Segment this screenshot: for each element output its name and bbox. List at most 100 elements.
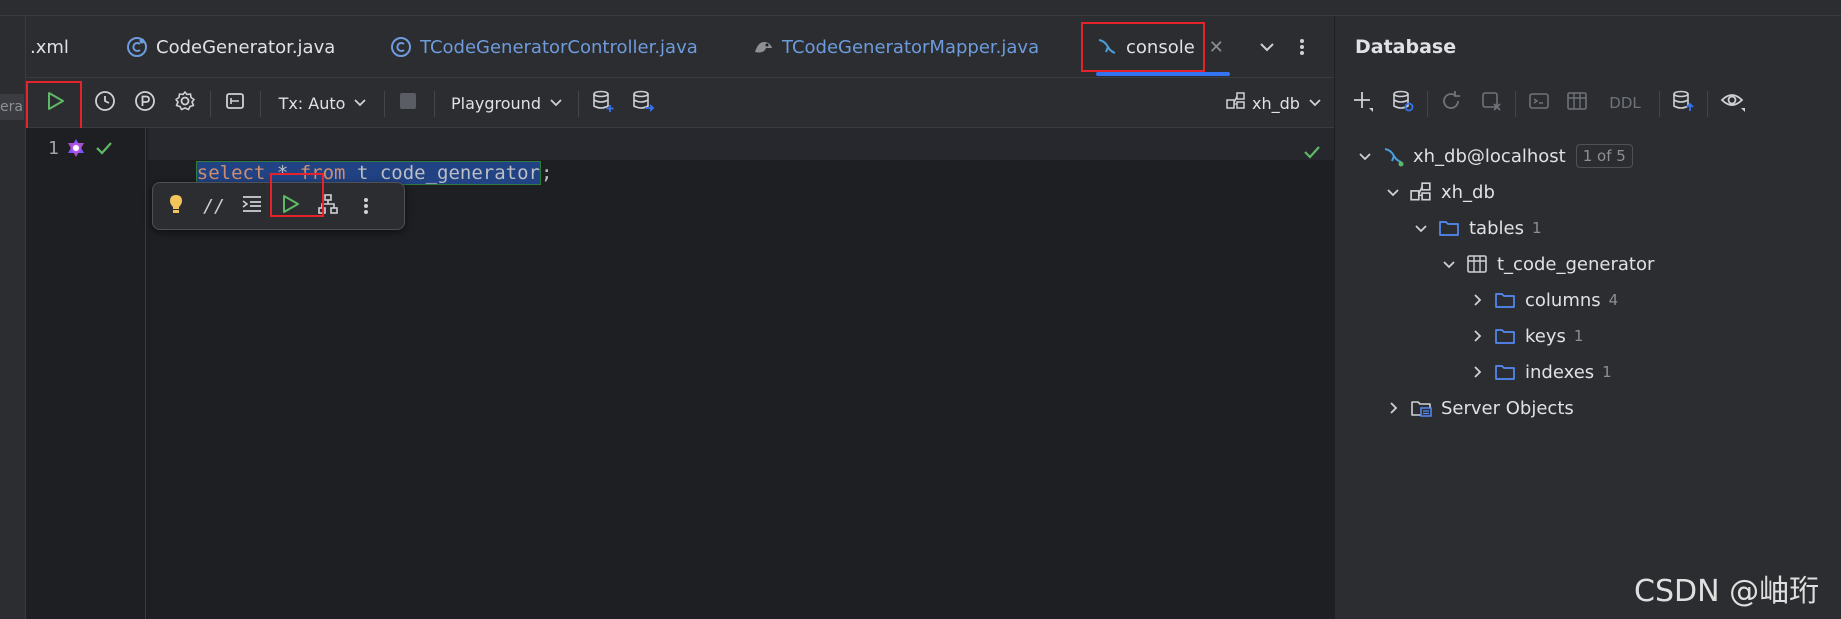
toolbar-separator: [1427, 91, 1428, 117]
refresh-icon: [1440, 90, 1462, 116]
panel-layout-icon: [224, 90, 246, 116]
run-statement-button[interactable]: [271, 183, 309, 229]
stop-button[interactable]: [390, 78, 426, 128]
tree-node-indexes[interactable]: indexes 1: [1467, 356, 1612, 388]
inspection-ok-icon: [1302, 142, 1322, 166]
new-button[interactable]: [1345, 78, 1381, 128]
comment-button[interactable]: //: [195, 183, 233, 229]
more-vertical-icon[interactable]: [347, 183, 385, 229]
schema-icon: [1226, 92, 1246, 114]
history-button[interactable]: [86, 78, 124, 128]
database-settings-icon: [1391, 89, 1415, 117]
folder-icon: [1493, 361, 1517, 383]
parameter-p-icon: [134, 90, 156, 116]
tab-console[interactable]: console ✕: [1096, 16, 1230, 78]
eye-icon: [1720, 90, 1746, 116]
sql-statement[interactable]: select * from t_code_generator;: [150, 134, 552, 185]
chevron-right-icon[interactable]: [1467, 329, 1487, 343]
view-options-button[interactable]: [1713, 78, 1753, 128]
chevron-right-icon[interactable]: [1467, 365, 1487, 379]
tree-node-connection[interactable]: xh_db@localhost 1 of 5: [1355, 140, 1633, 172]
plus-icon: [1351, 89, 1375, 117]
sql-table-name: t_code_generator: [345, 162, 540, 184]
explain-plan-button[interactable]: [309, 183, 347, 229]
schema-count-badge[interactable]: 1 of 5: [1575, 144, 1633, 168]
table-grid-icon: [1566, 90, 1588, 116]
tree-node-tables[interactable]: tables 1: [1411, 212, 1542, 244]
datasource-properties-button[interactable]: [1385, 78, 1421, 128]
toolbar-separator: [1515, 91, 1516, 117]
tree-node-columns[interactable]: columns 4: [1467, 284, 1618, 316]
schema-icon: [1409, 181, 1433, 203]
gear-icon: [174, 90, 196, 116]
run-icon: [279, 193, 301, 220]
chevron-down-icon[interactable]: [1383, 185, 1403, 199]
ai-assist-icon[interactable]: [66, 138, 86, 162]
chevron-right-icon[interactable]: [1467, 293, 1487, 307]
ddl-button[interactable]: DDL: [1599, 78, 1651, 128]
transaction-mode-dropdown[interactable]: Tx: Auto: [270, 78, 376, 128]
sql-keyword-from: from: [299, 162, 346, 184]
editor-tab-bar: .xml CodeGenerator.java TCodeGeneratorCo…: [26, 16, 1334, 78]
line-number: 1: [48, 138, 59, 159]
editor-area: .xml CodeGenerator.java TCodeGeneratorCo…: [26, 16, 1334, 619]
toolbar-separator: [1707, 91, 1708, 117]
tab-controller[interactable]: TCodeGeneratorController.java: [390, 16, 698, 78]
tab-xml[interactable]: .xml: [30, 16, 69, 78]
run-icon: [44, 90, 66, 116]
toolbar-separator: [384, 91, 385, 117]
hierarchy-icon: [317, 193, 339, 220]
jump-to-console-button[interactable]: [1521, 78, 1557, 128]
playground-dropdown[interactable]: Playground: [444, 78, 570, 128]
collapsed-panel-stub[interactable]: era: [0, 94, 24, 120]
chevron-down-icon[interactable]: [1355, 149, 1375, 163]
execute-button[interactable]: [32, 78, 78, 128]
close-icon[interactable]: ✕: [1209, 37, 1224, 58]
window-top-strip: [0, 0, 1841, 16]
console-toolbar: Tx: Auto Playground xh_db: [26, 78, 1334, 135]
mybatis-mapper-icon: [752, 36, 774, 58]
schema-selector[interactable]: xh_db: [1222, 78, 1326, 128]
tree-node-table[interactable]: t_code_generator: [1439, 248, 1654, 280]
chevron-down-icon[interactable]: [1439, 257, 1459, 271]
chevron-down-icon: [549, 94, 563, 113]
clock-icon: [94, 90, 116, 116]
format-button[interactable]: [233, 183, 271, 229]
database-filter-icon: [1671, 89, 1695, 117]
tree-node-server-objects[interactable]: Server Objects: [1383, 392, 1574, 424]
disconnect-button[interactable]: [1473, 78, 1509, 128]
parameters-button[interactable]: [126, 78, 164, 128]
toolbar-separator: [578, 91, 579, 117]
refresh-button[interactable]: [1433, 78, 1469, 128]
database-toolbar: DDL: [1335, 78, 1841, 128]
chevron-down-icon[interactable]: [1258, 16, 1276, 78]
add-datasource-button[interactable]: [584, 78, 622, 128]
table-editor-button[interactable]: [1559, 78, 1595, 128]
java-class-icon: [126, 36, 148, 58]
database-add-icon: [591, 89, 615, 117]
tab-code-generator[interactable]: CodeGenerator.java: [126, 16, 335, 78]
settings-button[interactable]: [166, 78, 204, 128]
editor-gutter: 1: [26, 128, 146, 619]
tree-node-schema[interactable]: xh_db: [1383, 176, 1495, 208]
more-vertical-icon[interactable]: [1298, 16, 1306, 78]
chevron-down-icon: [353, 94, 367, 113]
database-jump-icon: [631, 89, 655, 117]
tab-mapper[interactable]: TCodeGeneratorMapper.java: [752, 16, 1039, 78]
disconnect-icon: [1480, 90, 1502, 116]
intention-button[interactable]: [157, 183, 195, 229]
chevron-right-icon[interactable]: [1383, 401, 1403, 415]
table-grid-icon: [1465, 253, 1489, 275]
panel-title: Database: [1355, 36, 1457, 58]
tree-node-keys[interactable]: keys 1: [1467, 320, 1583, 352]
filter-datasource-button[interactable]: [1665, 78, 1701, 128]
toolbar-separator: [434, 91, 435, 117]
folder-icon: [1493, 289, 1517, 311]
server-folder-icon: [1409, 397, 1433, 419]
chevron-down-icon[interactable]: [1411, 221, 1431, 235]
jump-to-datasource-button[interactable]: [624, 78, 662, 128]
sql-semicolon: ;: [540, 162, 553, 184]
mysql-dolphin-icon: [1096, 36, 1118, 58]
active-tab-indicator: [1096, 72, 1230, 76]
output-layout-button[interactable]: [216, 78, 254, 128]
